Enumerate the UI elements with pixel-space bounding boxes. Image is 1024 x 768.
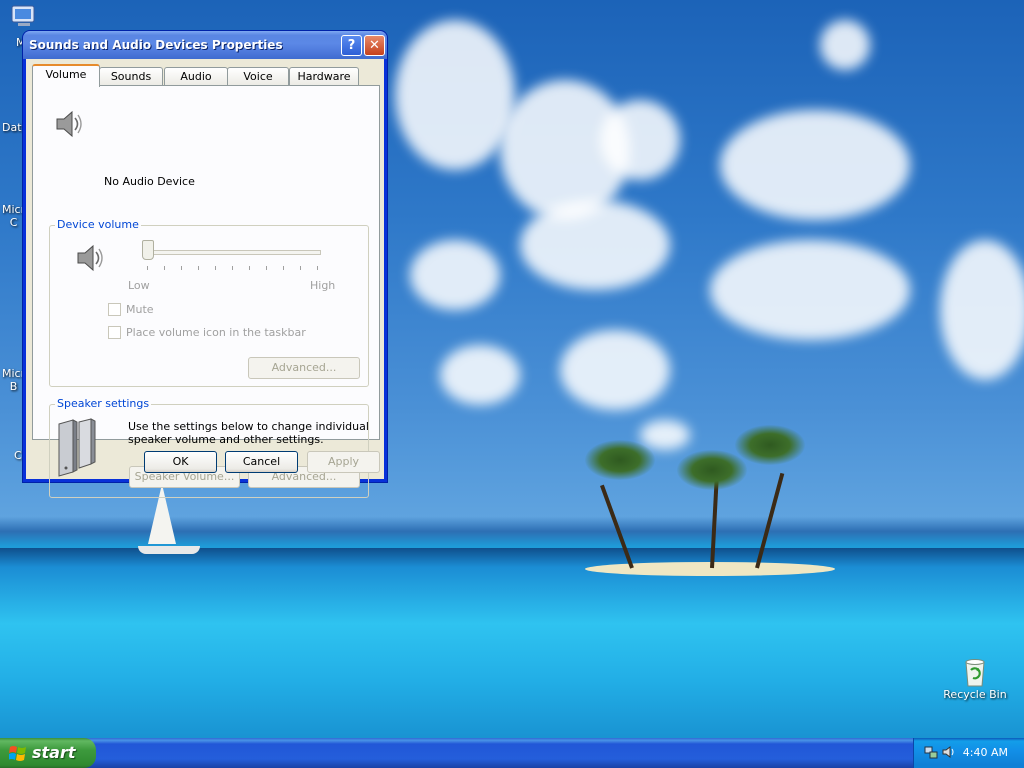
slider-tick [215,266,216,270]
cloud [640,420,690,450]
desktop-icon-label: C [9,216,18,229]
palm-tree-icon [735,425,805,465]
tab-voice[interactable]: Voice [227,67,289,85]
taskbar: start 4:40 AM [0,738,1024,768]
slider-tick [266,266,267,270]
desktop-icon-label: C [14,449,22,462]
boat-hull [138,546,200,554]
recycle-bin-icon [959,656,991,688]
desktop-icon-label: Micr [2,367,26,380]
place-icon-label: Place volume icon in the taskbar [126,326,306,339]
cloud [820,20,870,70]
slider-tick [198,266,199,270]
tab-sounds[interactable]: Sounds [99,67,163,85]
cloud [440,345,520,405]
device-name: No Audio Device [104,175,195,188]
speaker-description-line2: speaker volume and other settings. [128,433,324,446]
mute-label: Mute [126,303,154,316]
tab-volume[interactable]: Volume [32,64,100,87]
desktop-icon-c[interactable]: C [14,449,22,462]
speaker-icon [53,108,85,143]
tab-audio[interactable]: Audio [164,67,228,85]
slider-tick [164,266,165,270]
help-button[interactable]: ? [341,35,362,56]
slider-tick [249,266,250,270]
slider-tick [147,266,148,270]
speaker-description-line1: Use the settings below to change individ… [128,420,369,433]
place-icon-checkbox[interactable] [108,326,121,339]
window-client: Volume Sounds Audio Voice Hardware No Au… [26,59,384,498]
start-button[interactable]: start [0,738,96,768]
desktop-icon-recycle-bin[interactable]: Recycle Bin [940,656,1010,701]
desktop-icon-microsoft-2[interactable]: Micr B [2,367,25,393]
cloud [710,240,910,340]
desktop-icon-label: Micr [2,203,26,216]
desktop-icon-label: Dat [2,121,22,134]
clock: 4:40 AM [962,746,1008,759]
volume-speaker-icon [74,242,106,277]
cloud [600,100,680,180]
cloud [560,330,670,410]
slider-tick [317,266,318,270]
desktop-icon-microsoft-1[interactable]: Micr C [2,203,25,229]
speakers-icon [57,418,97,481]
desktop-icon-data[interactable]: Dat [2,121,22,134]
cloud [410,240,500,310]
speaker-settings-label: Speaker settings [55,397,152,410]
slider-tick [232,266,233,270]
tab-panel-volume: No Audio Device Device volume Low High M… [32,85,380,498]
volume-slider-thumb[interactable] [142,240,154,260]
windows-logo-icon [8,745,27,765]
palm-tree-icon [585,440,655,480]
cloud [395,20,515,170]
device-advanced-button[interactable]: Advanced... [248,357,360,379]
volume-low-label: Low [128,279,150,292]
volume-high-label: High [310,279,336,292]
properties-window: Sounds and Audio Devices Properties ? ✕ … [23,31,387,498]
tab-hardware[interactable]: Hardware [289,67,359,85]
slider-tick [300,266,301,270]
apply-button[interactable]: Apply [307,451,380,473]
cloud [520,200,670,290]
start-label: start [32,743,76,762]
volume-slider-track [143,250,321,255]
window-titlebar[interactable]: Sounds and Audio Devices Properties ? ✕ [23,31,387,59]
desktop-icon-label: Recycle Bin [943,688,1007,701]
network-icon[interactable] [924,745,938,762]
cancel-button[interactable]: Cancel [225,451,298,473]
ok-button[interactable]: OK [144,451,217,473]
slider-tick [181,266,182,270]
cloud [940,240,1024,380]
sea [0,548,1024,738]
desktop-icon-label: B [9,380,18,393]
mute-checkbox[interactable] [108,303,121,316]
system-tray: 4:40 AM [913,738,1024,768]
cloud [720,110,910,220]
device-volume-label: Device volume [55,218,141,231]
window-title: Sounds and Audio Devices Properties [29,38,283,52]
volume-tray-icon[interactable] [942,745,956,762]
palm-tree-icon [677,450,747,490]
slider-tick [283,266,284,270]
close-button[interactable]: ✕ [364,35,385,56]
